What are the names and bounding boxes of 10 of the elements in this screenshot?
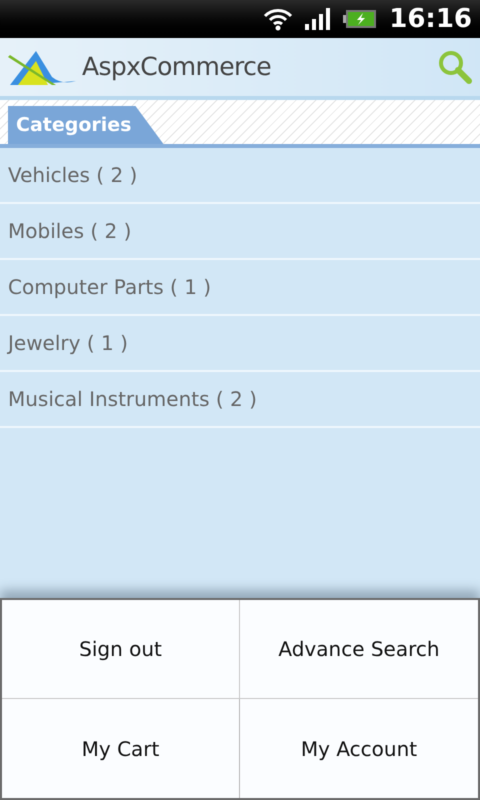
menu-item[interactable]: My Account — [240, 699, 478, 798]
menu-item[interactable]: Sign out — [2, 600, 240, 699]
clock-time: 16:16 — [389, 2, 472, 36]
wifi-icon — [263, 7, 294, 31]
menu-item[interactable]: My Cart — [2, 699, 240, 798]
search-icon[interactable] — [438, 50, 472, 84]
menu-item[interactable]: Advance Search — [240, 600, 478, 699]
logo-text: AspxCommerce — [82, 51, 271, 84]
battery-charging-icon — [343, 9, 378, 29]
signal-icon — [305, 8, 332, 30]
